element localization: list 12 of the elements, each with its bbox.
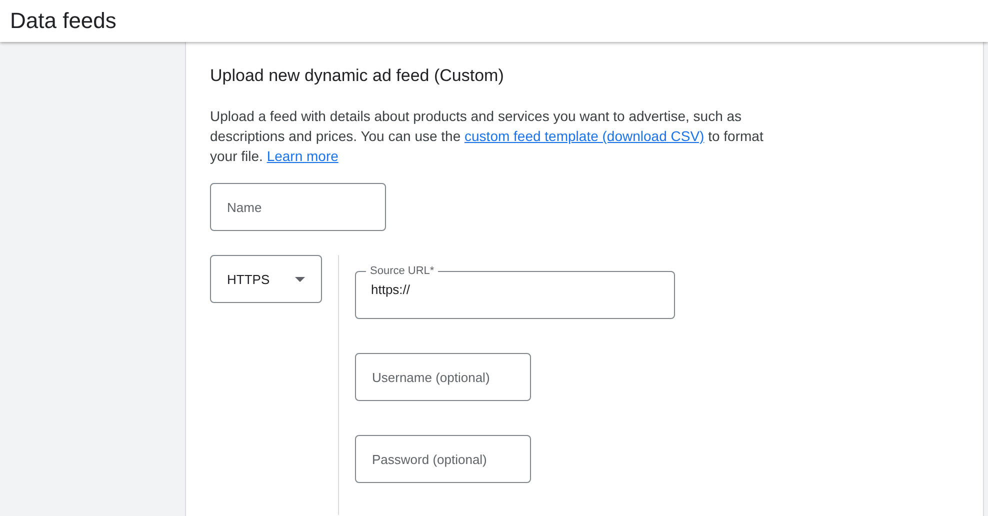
- name-field[interactable]: Name: [210, 183, 386, 231]
- username-field[interactable]: Username (optional): [355, 353, 531, 401]
- source-url-field[interactable]: Source URL* https://: [355, 265, 675, 319]
- source-url-input[interactable]: https://: [371, 282, 658, 297]
- form-title: Upload new dynamic ad feed (Custom): [210, 66, 505, 86]
- dropdown-caret-icon: [295, 276, 305, 282]
- template-link[interactable]: custom feed template (download CSV): [464, 128, 704, 144]
- password-field[interactable]: Password (optional): [355, 435, 531, 483]
- protocol-select[interactable]: HTTPS: [210, 255, 322, 303]
- description-text: Upload a feed with details about products and services you want to advertise, such as descriptions and prices. You can use the custom feed template (download CSV) to format your file. Learn more: [210, 107, 764, 166]
- page-title: Data feeds: [10, 8, 116, 34]
- learn-more-link[interactable]: Learn more: [266, 148, 338, 164]
